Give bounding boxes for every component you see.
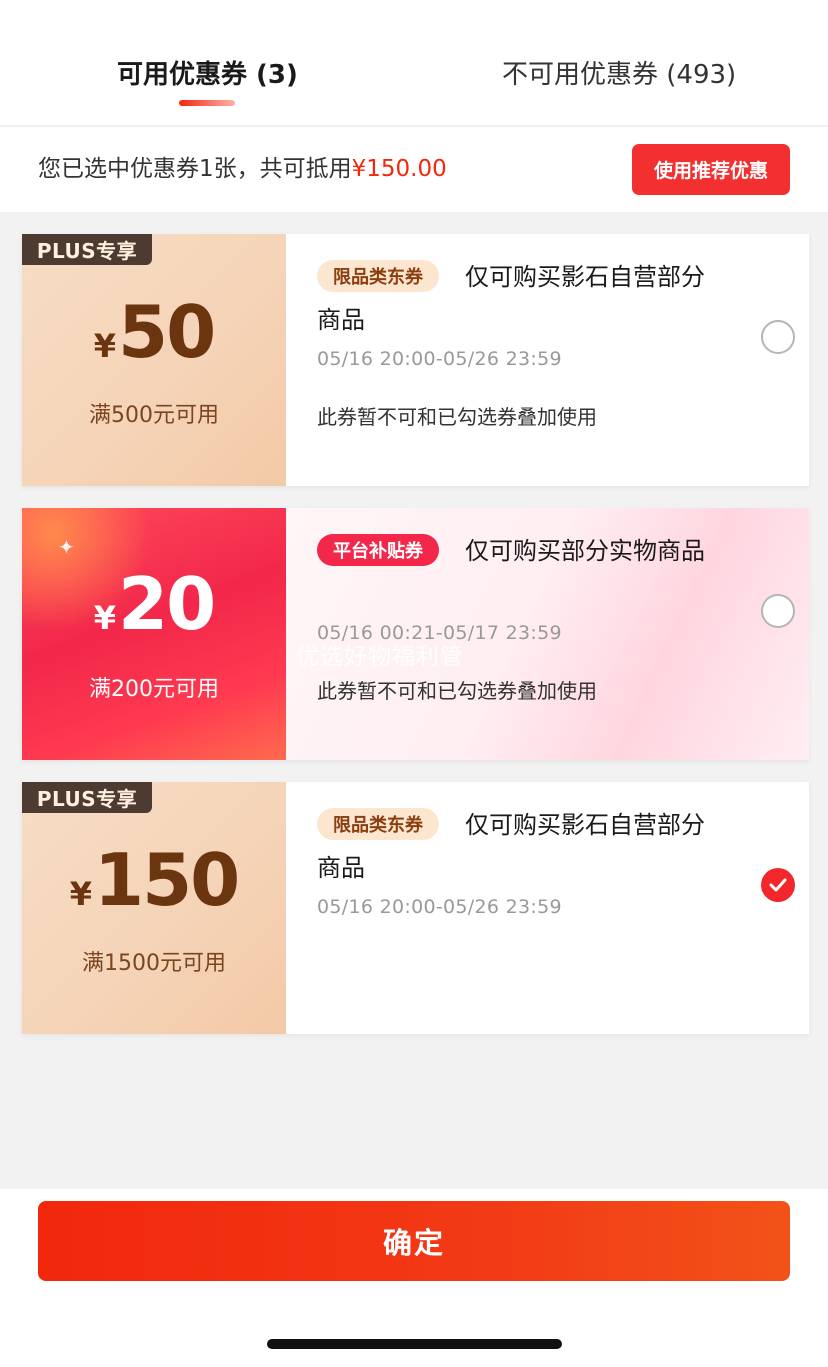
coupon-threshold: 满200元可用 <box>89 677 219 702</box>
active-tab-indicator <box>179 100 235 106</box>
coupon-detail-panel: 平台补贴券 仅可购买部分实物商品 05/16 00:21-05/17 23:59… <box>286 508 809 760</box>
coupon-validity: 05/16 20:00-05/26 23:59 <box>317 896 562 918</box>
watermark-text: 优选好物福利管 <box>296 644 464 670</box>
summary-amount: ¥150.00 <box>351 156 447 182</box>
coupon-detail-panel: 限品类东券 仅可购买影石自营部分商品 05/16 20:00-05/26 23:… <box>286 782 809 1034</box>
plus-exclusive-tag: PLUS专享 <box>22 234 152 265</box>
footer: 确定 <box>0 1189 828 1367</box>
coupon-select-radio[interactable] <box>761 320 795 354</box>
coupon-value-panel: PLUS专享 ¥50 满500元可用 <box>22 234 286 486</box>
currency-symbol: ¥ <box>93 327 117 365</box>
tab-available-coupons[interactable]: 可用优惠券 (3) <box>117 56 298 94</box>
checkmark-icon <box>769 878 787 892</box>
coupon-amount: ¥50 <box>22 290 286 374</box>
coupon-title-text: 仅可购买影石自营部分商品 <box>317 811 705 882</box>
selection-summary-bar: 您已选中优惠券1张，共可抵用¥150.00 使用推荐优惠 <box>0 127 828 212</box>
coupon-title-text: 仅可购买部分实物商品 <box>465 537 705 565</box>
plus-exclusive-tag: PLUS专享 <box>22 782 152 813</box>
coupon-card[interactable]: PLUS专享 ¥150 满1500元可用 限品类东券 仅可购买影石自营部分商品 … <box>22 782 809 1034</box>
coupon-detail-panel: 限品类东券 仅可购买影石自营部分商品 05/16 20:00-05/26 23:… <box>286 234 809 486</box>
tab-unavailable-coupons[interactable]: 不可用优惠券 (493) <box>502 56 736 94</box>
coupon-title-text: 仅可购买影石自营部分商品 <box>317 263 705 334</box>
coupon-note: 此券暂不可和已勾选券叠加使用 <box>317 679 597 703</box>
coupon-card[interactable]: PLUS专享 ¥50 满500元可用 限品类东券 仅可购买影石自营部分商品 05… <box>22 234 809 486</box>
home-indicator[interactable] <box>267 1339 562 1349</box>
coupon-note: 此券暂不可和已勾选券叠加使用 <box>317 405 597 429</box>
coupon-threshold: 满1500元可用 <box>82 951 226 976</box>
coupon-value-panel: ✦ ¥20 满200元可用 <box>22 508 286 760</box>
coupon-amount-value: 20 <box>118 562 216 646</box>
coupon-amount: ¥150 <box>22 838 286 922</box>
coupon-title: 仅可购买影石自营部分商品 <box>317 256 727 342</box>
coupon-amount: ¥20 <box>22 562 286 646</box>
use-recommended-button[interactable]: 使用推荐优惠 <box>632 144 790 195</box>
coupon-card[interactable]: ✦ ¥20 满200元可用 平台补贴券 仅可购买部分实物商品 05/16 00:… <box>22 508 809 760</box>
coupon-amount-value: 50 <box>118 290 216 374</box>
currency-symbol: ¥ <box>69 875 92 913</box>
summary-text: 您已选中优惠券1张，共可抵用 <box>38 156 352 182</box>
currency-symbol: ¥ <box>93 599 117 637</box>
coupon-tabs: 可用优惠券 (3) 不可用优惠券 (493) <box>0 0 828 126</box>
coupon-threshold: 满500元可用 <box>89 403 219 428</box>
coupon-select-radio-checked[interactable] <box>761 868 795 902</box>
coupon-amount-value: 150 <box>93 838 240 922</box>
coupon-title: 仅可购买部分实物商品 <box>317 530 727 573</box>
confirm-button[interactable]: 确定 <box>38 1201 790 1281</box>
coupon-title: 仅可购买影石自营部分商品 <box>317 804 727 890</box>
sparkle-icon: ✦ <box>58 535 75 559</box>
coupon-value-panel: PLUS专享 ¥150 满1500元可用 <box>22 782 286 1034</box>
coupon-select-radio[interactable] <box>761 594 795 628</box>
coupon-validity: 05/16 20:00-05/26 23:59 <box>317 348 562 370</box>
selection-summary: 您已选中优惠券1张，共可抵用¥150.00 <box>38 152 447 186</box>
